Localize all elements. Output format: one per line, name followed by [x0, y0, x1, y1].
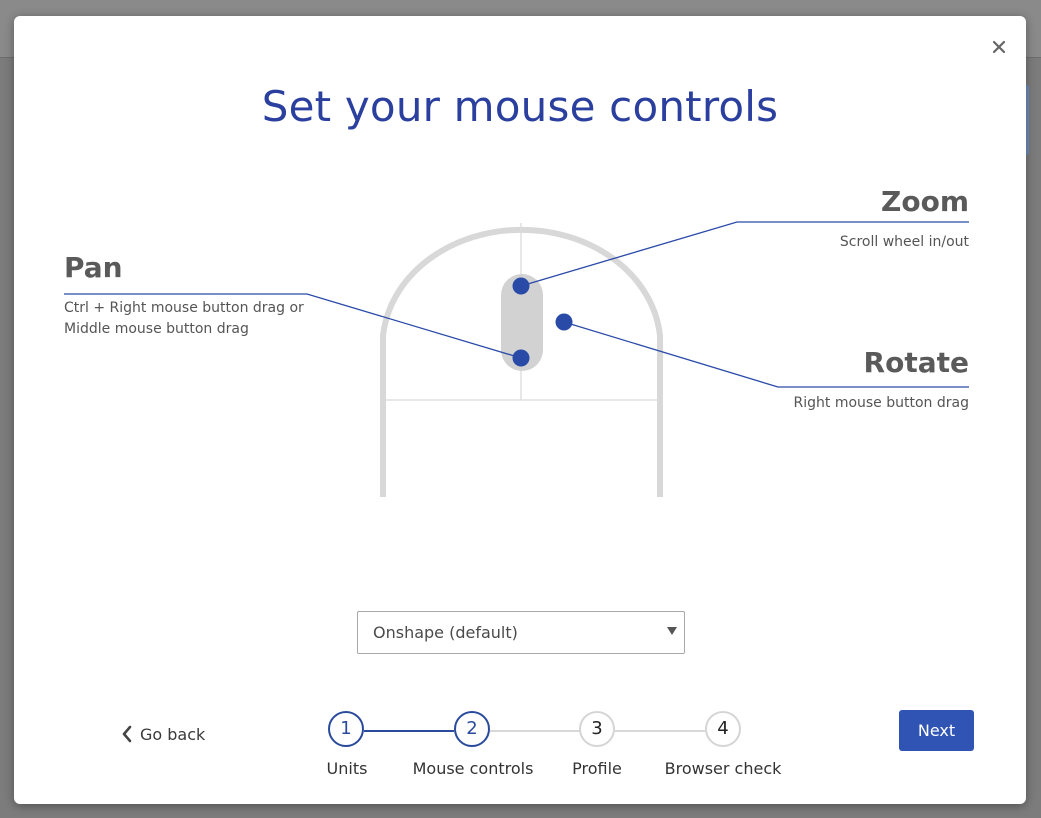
zoom-pointer-dot	[512, 277, 530, 295]
zoom-heading: Zoom	[881, 185, 969, 218]
mouse-preset-value: Onshape (default)	[373, 623, 518, 642]
next-button[interactable]: Next	[899, 710, 974, 751]
step-units-label: Units	[326, 759, 368, 778]
step-mouse-controls-circle[interactable]: 2	[454, 711, 490, 747]
step-browser-check-label: Browser check	[664, 759, 782, 778]
step-profile-label: Profile	[572, 759, 622, 778]
stepper-connector-complete	[364, 730, 454, 732]
rotate-heading: Rotate	[863, 346, 969, 379]
step-mouse-controls-label: Mouse controls	[412, 759, 534, 778]
rotate-description: Right mouse button drag	[793, 395, 970, 411]
pan-pointer-dot	[512, 349, 530, 367]
step-profile-circle: 3	[579, 711, 615, 747]
pan-description: Ctrl + Right mouse button drag or Middle…	[64, 298, 304, 340]
mouse-preset-select[interactable]: Onshape (default)	[357, 611, 685, 654]
dropdown-arrow-icon	[667, 627, 677, 635]
go-back-button[interactable]: Go back	[121, 722, 205, 746]
pan-heading: Pan	[64, 251, 123, 284]
chevron-left-icon	[122, 725, 132, 743]
step-units-circle[interactable]: 1	[328, 711, 364, 747]
stepper-connector-upcoming-2	[615, 730, 705, 732]
pan-description-line-1: Ctrl + Right mouse button drag or	[64, 300, 304, 316]
pan-description-line-2: Middle mouse button drag	[64, 321, 249, 337]
mouse-diagram	[64, 221, 969, 497]
mouse-controls-dialog: Set your mouse controls Pan Ctrl + Right…	[14, 16, 1026, 804]
rotate-pointer-dot	[555, 313, 573, 331]
stepper-connector-upcoming	[490, 730, 580, 732]
step-browser-check-circle: 4	[705, 711, 741, 747]
go-back-label: Go back	[140, 724, 206, 744]
zoom-description: Scroll wheel in/out	[839, 234, 969, 250]
